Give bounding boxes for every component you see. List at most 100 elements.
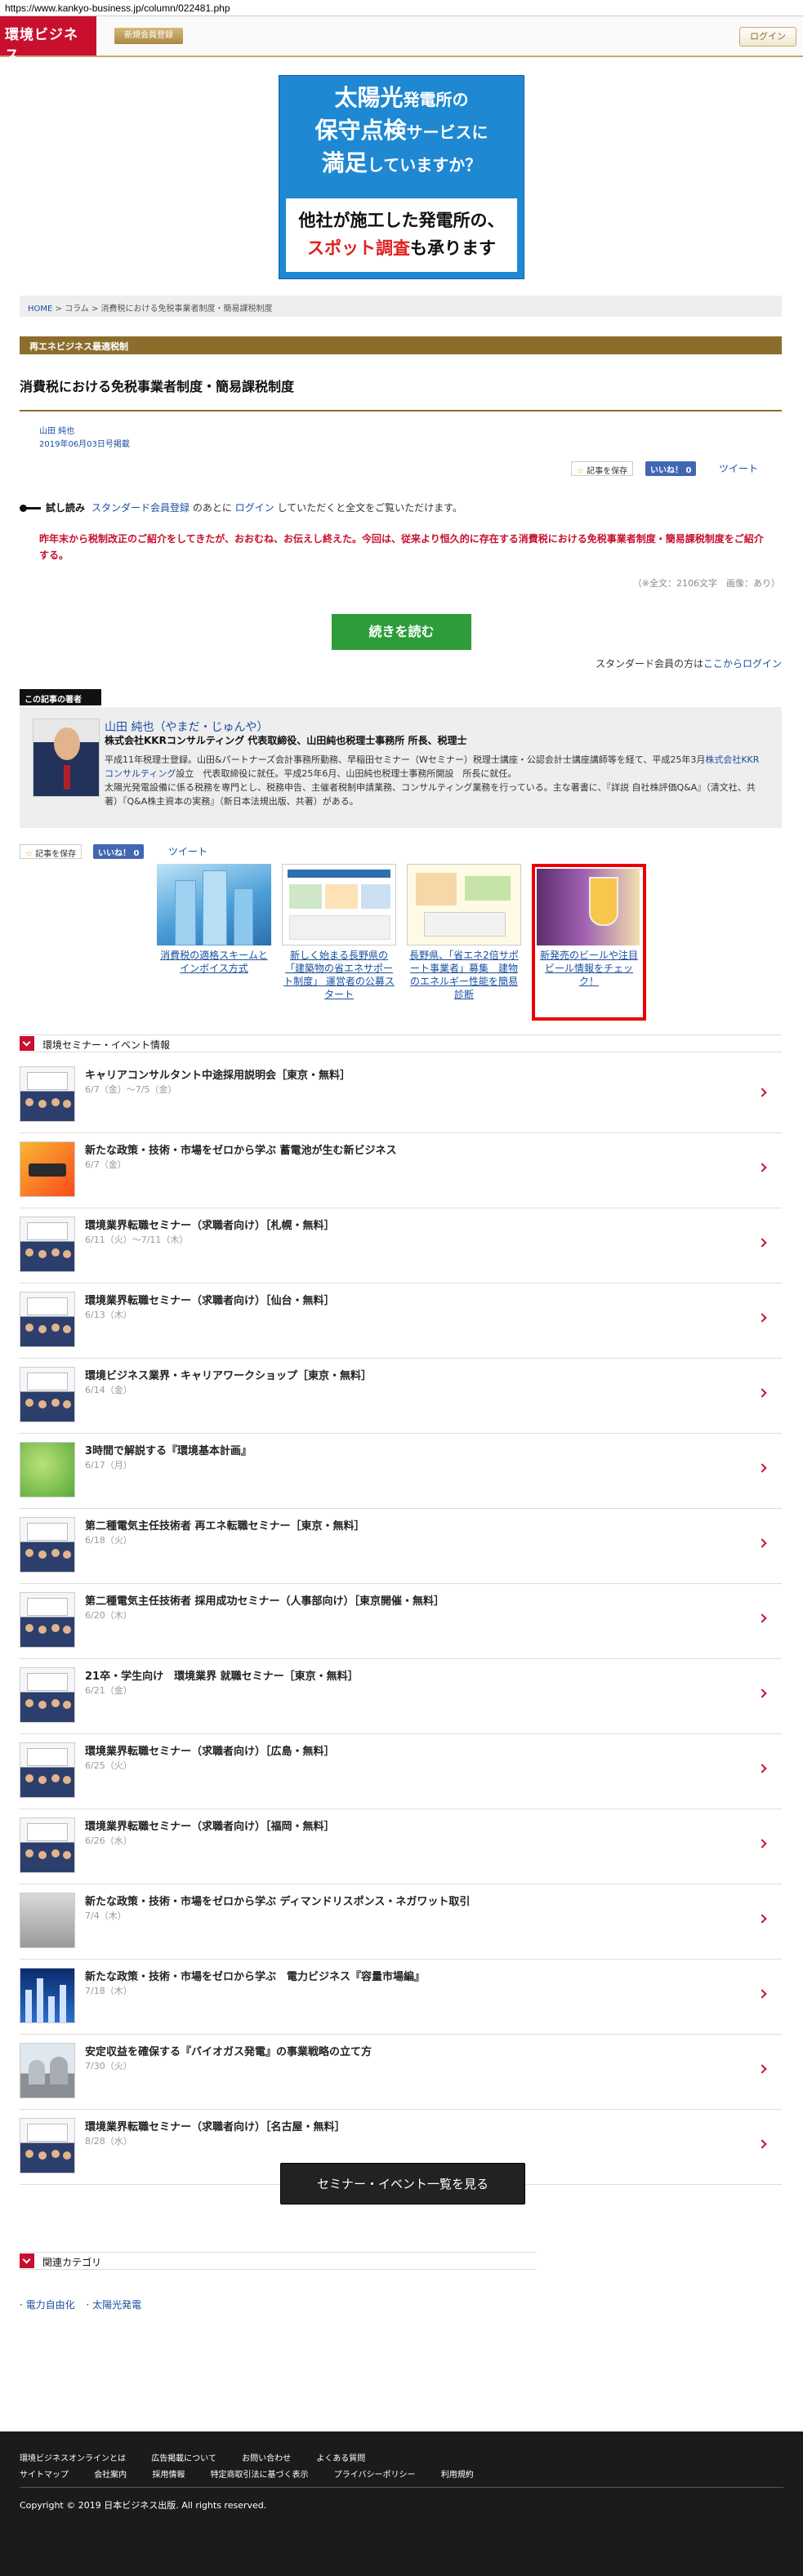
breadcrumb-home[interactable]: HOME <box>28 305 52 314</box>
related-article[interactable]: 長野県、「省エネ2倍サポート事業者」募集 建物のエネルギー性能を簡易診断 <box>407 864 521 1001</box>
chevron-right-icon <box>757 1613 767 1623</box>
footer-link[interactable]: 特定商取引法に基づく表示 <box>211 2471 309 2480</box>
logo-sub: オンライン <box>54 66 91 74</box>
register-badge[interactable]: 新規会員登録 <box>114 28 183 44</box>
related-article[interactable]: 消費税の適格スキームとインボイス方式 <box>157 864 271 975</box>
breadcrumb: HOME > コラム > 消費税における免税事業者制度・簡易課税制度 <box>20 296 782 317</box>
ad-banner[interactable]: 太陽光発電所の 保守点検サービスに 満足していますか？ 他社が施工した発電所の、… <box>279 75 524 279</box>
address-bar[interactable]: https://www.kankyo-business.jp/column/02… <box>0 0 803 16</box>
related-article[interactable]: 新発売のビールや注目ビール情報をチェック！ <box>532 864 646 1021</box>
event-item[interactable]: 第二種電気主任技術者 採用成功セミナー（人事部向け）［東京開催・無料］ 6/20（… <box>20 1584 782 1659</box>
event-thumbnail <box>20 2118 75 2173</box>
event-date: 7/18（木） <box>85 1986 132 1996</box>
login-here-link[interactable]: ここからログイン <box>703 658 782 670</box>
event-item[interactable]: 環境業界転職セミナー（求職者向け）［広島・無料］ 6/25（火） <box>20 1734 782 1809</box>
seminar-list-button[interactable]: セミナー・イベント一覧を見る <box>280 2163 525 2205</box>
event-date: 6/11（火）～7/11（木） <box>85 1235 189 1245</box>
event-item[interactable]: 環境ビジネス業界・キャリアワークショップ［東京・無料］ 6/14（金） <box>20 1359 782 1434</box>
footer-divider <box>20 2487 783 2488</box>
author-link[interactable]: 山田 純也 <box>39 424 74 436</box>
chevron-right-icon <box>757 2139 767 2149</box>
breadcrumb-column[interactable]: コラム <box>65 305 89 314</box>
facebook-like-button-2[interactable]: いいね！ 0 <box>93 844 145 859</box>
footer-link[interactable]: 利用規約 <box>441 2471 474 2480</box>
tweet-link[interactable]: ツイート <box>719 461 758 475</box>
category-link[interactable]: 電力自由化 <box>26 2299 75 2311</box>
star-icon: ☆ <box>25 850 33 859</box>
event-title: 環境業界転職セミナー（求職者向け）［名古屋・無料］ <box>85 2121 346 2133</box>
banner-headline: 太陽光発電所の 保守点検サービスに 満足していますか？ <box>315 84 488 176</box>
event-title: 21卒・学生向け 環境業界 就職セミナー［東京・無料］ <box>85 1671 359 1683</box>
read-more-button[interactable]: 続きを読む <box>332 614 471 650</box>
chevron-right-icon <box>757 1914 767 1924</box>
event-date: 6/18（火） <box>85 1535 132 1546</box>
article-category[interactable]: 再エネビジネス最適税制 <box>20 336 782 354</box>
event-thumbnail <box>20 1667 75 1723</box>
event-item[interactable]: 環境業界転職セミナー（求職者向け）［札幌・無料］ 6/11（火）～7/11（木） <box>20 1208 782 1284</box>
footer-link[interactable]: お問い合わせ <box>242 2454 291 2463</box>
event-date: 6/26（水） <box>85 1835 132 1846</box>
register-link[interactable]: スタンダード会員登録 <box>91 502 190 514</box>
event-date: 6/21（金） <box>85 1685 132 1696</box>
chevron-right-icon <box>757 1688 767 1698</box>
event-item[interactable]: 安定収益を確保する『バイオガス発電』の事業戦略の立て方 7/30（火） <box>20 2035 782 2110</box>
related-thumbnail <box>537 869 640 945</box>
chevron-right-icon <box>757 1839 767 1849</box>
footer-link[interactable]: よくある質問 <box>316 2454 365 2463</box>
footer-link[interactable]: 広告掲載について <box>151 2454 216 2463</box>
event-title: 新たな政策・技術・市場をゼロから学ぶ ディマンドリスポンス・ネガワット取引 <box>85 1896 471 1908</box>
author-bio: 平成11年税理士登録。山田&パートナーズ会計事務所勤務、早稲田セミナー（Wセミナ… <box>105 754 760 807</box>
login-button[interactable]: ログイン <box>739 27 796 47</box>
event-item[interactable]: 第二種電気主任技術者 再エネ転職セミナー［東京・無料］ 6/18（火） <box>20 1509 782 1584</box>
event-item[interactable]: キャリアコンサルタント中途採用説明会［東京・無料］ 6/7（金）～7/5（金） <box>20 1058 782 1133</box>
event-item[interactable]: 3時間で解説する『環境基本計画』 6/17（月） <box>20 1434 782 1509</box>
article-lead: 昨年末から税制改正のご紹介をしてきたが、おおむね、お伝えし終えた。今回は、従来よ… <box>39 533 764 561</box>
chevron-right-icon <box>757 1538 767 1548</box>
event-title: 第二種電気主任技術者 採用成功セミナー（人事部向け）［東京開催・無料］ <box>85 1595 445 1608</box>
site-logo[interactable]: 環境ビジネス オンライン <box>0 16 96 74</box>
event-item[interactable]: 環境業界転職セミナー（求職者向け）［仙台・無料］ 6/13（木） <box>20 1284 782 1359</box>
logo-main: 環境ビジネス <box>5 27 78 64</box>
author-box: 山田 純也（やまだ・じゅんや） 株式会社KKRコンサルティング 代表取締役、山田… <box>20 707 782 828</box>
related-thumbnail <box>407 864 521 945</box>
issue-date[interactable]: 2019年06月03日号掲載 <box>39 437 130 449</box>
facebook-like-button[interactable]: いいね！ 0 <box>645 461 697 476</box>
chevron-right-icon <box>757 1388 767 1398</box>
related-category-links: · 電力自由化 · 太陽光発電 <box>20 2299 142 2311</box>
save-article-button-2[interactable]: ☆ 記事を保存 <box>20 844 83 859</box>
footer-link[interactable]: 環境ビジネスオンラインとは <box>20 2454 126 2463</box>
category-link[interactable]: 太陽光発電 <box>92 2299 141 2311</box>
event-item[interactable]: 21卒・学生向け 環境業界 就職セミナー［東京・無料］ 6/21（金） <box>20 1659 782 1734</box>
event-item[interactable]: 新たな政策・技術・市場をゼロから学ぶ ディマンドリスポンス・ネガワット取引 7/4… <box>20 1884 782 1960</box>
tweet-link-2[interactable]: ツイート <box>168 844 207 858</box>
related-thumbnail <box>157 864 271 945</box>
related-category-heading: 関連カテゴリ <box>20 2252 537 2270</box>
event-thumbnail <box>20 1141 75 1197</box>
login-link[interactable]: ログイン <box>235 502 274 514</box>
related-article[interactable]: 新しく始まる長野県の「建築物の省エネサポート制度」 運営者の公募スタート <box>282 864 396 1001</box>
author-org: 株式会社KKRコンサルティング 代表取締役、山田純也税理士事務所 所長、税理士 <box>105 735 467 746</box>
event-title: 3時間で解説する『環境基本計画』 <box>85 1445 252 1457</box>
author-name-link[interactable]: 山田 純也（やまだ・じゅんや） <box>105 719 268 735</box>
event-item[interactable]: 新たな政策・技術・市場をゼロから学ぶ 蓄電池が生む新ビジネス 6/7（金） <box>20 1133 782 1208</box>
event-thumbnail <box>20 1217 75 1272</box>
event-item[interactable]: 新たな政策・技術・市場をゼロから学ぶ 電力ビジネス『容量市場編』 7/18（木） <box>20 1960 782 2035</box>
star-icon: ☆ <box>577 467 584 476</box>
event-title: 環境ビジネス業界・キャリアワークショップ［東京・無料］ <box>85 1370 373 1382</box>
footer-link[interactable]: 会社案内 <box>94 2471 127 2480</box>
event-date: 6/20（木） <box>85 1610 132 1621</box>
chevron-right-icon <box>757 1764 767 1773</box>
event-date: 6/13（木） <box>85 1310 132 1320</box>
event-date: 6/7（金）～7/5（金） <box>85 1084 177 1095</box>
event-date: 6/25（火） <box>85 1760 132 1771</box>
event-item[interactable]: 環境業界転職セミナー（求職者向け）［福岡・無料］ 6/26（水） <box>20 1809 782 1884</box>
save-article-button[interactable]: ☆ 記事を保存 <box>571 461 634 476</box>
event-thumbnail <box>20 2043 75 2098</box>
footer-link[interactable]: サイトマップ <box>20 2471 69 2480</box>
event-thumbnail <box>20 1893 75 1948</box>
event-title: 環境業界転職セミナー（求職者向け）［福岡・無料］ <box>85 1821 335 1833</box>
footer-link[interactable]: プライバシーポリシー <box>334 2471 416 2480</box>
login-label: ログイン <box>750 31 786 42</box>
chevron-right-icon <box>757 1463 767 1473</box>
footer-link[interactable]: 採用情報 <box>152 2471 185 2480</box>
